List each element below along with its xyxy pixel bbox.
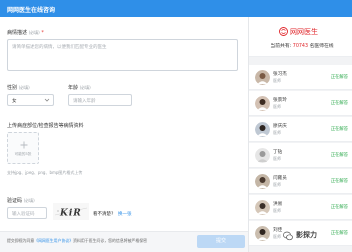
wechat-icon [283,231,293,241]
captcha-question: 看不清楚? [93,212,114,217]
agreement-text: 提交即视为同意 [7,238,35,243]
doctor-status: 正在解答 [330,153,348,158]
plus-icon [20,141,28,149]
description-required: * [41,30,44,36]
upload-button-text: 可能的3张 [14,152,32,156]
submit-button[interactable]: 提交 [197,235,245,248]
description-textarea[interactable]: 请简单描述您的病情，以便我们匹配专业的医生 [7,39,238,71]
avatar [255,200,270,215]
avatar [255,174,270,189]
chevron-down-icon [44,98,50,102]
age-input[interactable]: 请输入年龄 [68,94,132,106]
gender-select[interactable]: 女 [7,94,54,106]
doctor-title: 医师 [273,234,281,239]
doctor-list-item[interactable]: 廖庆庆 医师 正在解答 [249,117,352,142]
doctor-name: 刘佳 [273,228,283,233]
captcha-label: 验证码 (必填) [7,197,35,204]
doctor-list-item[interactable]: 张习杰 医师 正在解答 [249,65,352,90]
doctor-list-item[interactable]: 丁钻 医师 正在解答 [249,143,352,168]
doctor-title: 医师 [273,130,281,135]
doctor-status: 正在解答 [330,205,348,210]
avatar [255,226,270,241]
logo-icon [279,27,288,36]
doctor-name: 廖庆庆 [273,124,287,129]
avatar [255,122,270,137]
description-label: 病情描述 (必填) * [7,29,44,36]
description-label-text: 病情描述 [7,30,28,36]
doctor-panel: 网网医生 当前共有: 70743 名医师在线 张习杰 医师 正在解答 张景玲 医… [248,17,352,252]
doctor-name: 闫雍员 [273,176,287,181]
doctor-title: 医师 [273,208,281,213]
doctor-status: 正在解答 [330,101,348,106]
upload-button[interactable]: 可能的3张 [7,132,39,164]
age-placeholder: 请输入年龄 [73,99,96,104]
online-count-line: 当前共有: 70743 名医师在线 [257,42,347,49]
doctor-list-item[interactable]: 闫雍员 医师 正在解答 [249,169,352,194]
doctor-status: 正在解答 [330,179,348,184]
doctor-name: 洪易 [273,202,283,207]
privacy-text: 资料用于医生问诊，您的信息将被严格保密 [73,238,148,243]
gender-hint: (必填) [18,85,30,90]
captcha-placeholder: 输入验证码 [12,212,35,217]
captcha-image[interactable]: KiR [53,203,89,220]
age-label-text: 年龄 [68,85,79,91]
panel-header: 网网医生 当前共有: 70743 名医师在线 [249,17,352,57]
gender-label-text: 性别 [7,85,18,91]
logo-text: 网网医生 [290,28,318,36]
avatar [255,96,270,111]
gender-value: 女 [12,99,17,104]
watermark: 影探力 [283,229,351,243]
avatar [255,148,270,163]
doctor-list-item[interactable]: 张景玲 医师 正在解答 [249,91,352,116]
terms-link[interactable]: 《网网医生用户协议》 [34,238,73,243]
form-footer: 提交即视为同意《网网医生用户协议》资料用于医生问诊，您的信息将被严格保密 提交 [0,231,248,252]
captcha-image-text: KiR [59,209,82,219]
doctor-title: 医师 [273,182,281,187]
age-label: 年龄 (必填) [68,84,91,91]
doctor-name: 张习杰 [273,72,287,77]
upload-note: 支持jpg、jpeg、png、bmp图片格式上传 [7,170,83,175]
description-hint: (必填) [28,30,40,35]
watermark-text: 影探力 [296,231,317,239]
doctor-status: 正在解答 [330,75,348,80]
doctor-title: 医师 [273,78,281,83]
doctor-title: 医师 [273,104,281,109]
consult-form: 病情描述 (必填) * 请简单描述您的病情，以便我们匹配专业的医生 性别 (必填… [0,17,248,252]
agreement-note: 提交即视为同意《网网医生用户协议》资料用于医生问诊，您的信息将被严格保密 [7,238,147,244]
doctor-title: 医师 [273,156,281,161]
captcha-input[interactable]: 输入验证码 [7,207,47,219]
doctor-list-item[interactable]: 洪易 医师 正在解答 [249,195,352,220]
doctor-status: 正在解答 [330,127,348,132]
upload-label: 上传病症部位/检查报告等病情资料 [7,123,84,129]
captcha-refresh-link[interactable]: 换一张 [118,211,132,217]
captcha-hint: (必填) [23,198,35,203]
online-suffix: 名医师在线 [309,44,334,49]
online-count: 70743 [292,44,309,49]
captcha-label-text: 验证码 [7,198,23,204]
description-placeholder: 请简单描述您的病情，以便我们匹配专业的医生 [12,45,107,50]
avatar [255,70,270,85]
page-title: 网网医生在线咨询 [7,7,56,14]
consult-page: 网网医生在线咨询 病情描述 (必填) * 请简单描述您的病情，以便我们匹配专业的… [0,0,352,252]
online-prefix: 当前共有: [270,44,292,49]
age-hint: (必填) [79,85,91,90]
top-bar: 网网医生在线咨询 [0,0,352,17]
gender-label: 性别 (必填) [7,84,30,91]
doctor-name: 张景玲 [273,98,287,103]
doctor-name: 丁钻 [273,150,283,155]
